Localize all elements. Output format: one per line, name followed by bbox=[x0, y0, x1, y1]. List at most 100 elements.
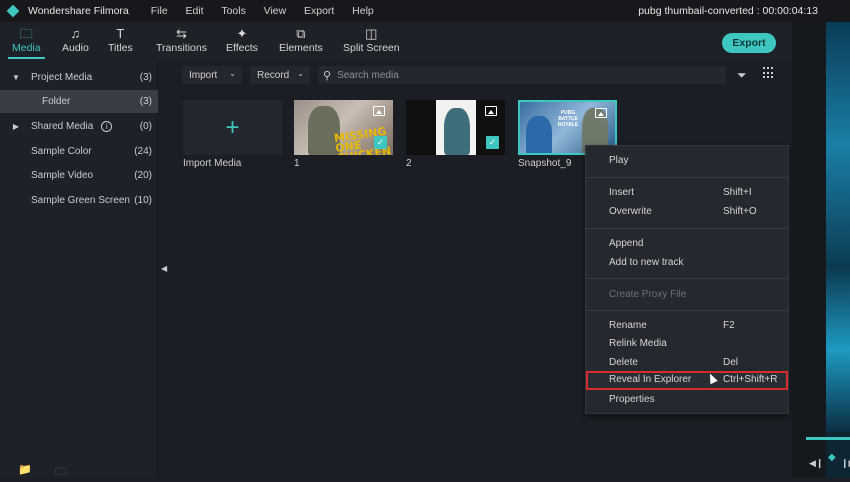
menu-export[interactable]: Export bbox=[304, 5, 334, 17]
menu-item-label: Properties bbox=[609, 394, 655, 405]
sidebar-item-label: Sample Green Screen bbox=[31, 195, 130, 206]
filter-icon[interactable]: ⏷ bbox=[737, 68, 747, 83]
media-label: Snapshot_9 bbox=[518, 158, 572, 169]
export-button[interactable]: Export bbox=[722, 33, 776, 53]
thumbnail-figure bbox=[444, 108, 470, 155]
menu-tools[interactable]: Tools bbox=[221, 5, 246, 17]
image-type-icon bbox=[595, 108, 607, 118]
sidebar-item-label: Folder bbox=[42, 96, 71, 107]
search-bar: ⚲ bbox=[318, 66, 726, 84]
context-menu: Play Insert Shift+I Overwrite Shift+O Ap… bbox=[585, 145, 789, 414]
sidebar-item-shared-media[interactable]: ▶ Shared Media i (0) bbox=[0, 115, 158, 138]
sidebar-item-count: (3) bbox=[139, 96, 152, 107]
tab-elements[interactable]: ⧉ Elements bbox=[279, 26, 323, 54]
thumbnail-text: PUBG BATTLE ROYALE bbox=[557, 110, 579, 128]
tab-effects-label: Effects bbox=[226, 42, 258, 54]
menu-item-shortcut: Shift+O bbox=[723, 206, 757, 217]
elements-icon: ⧉ bbox=[296, 26, 306, 41]
play-previous-icon[interactable]: ◀❙ bbox=[809, 458, 823, 469]
tab-titles[interactable]: T Titles bbox=[108, 26, 133, 54]
menu-item-overwrite[interactable]: Overwrite Shift+O bbox=[586, 203, 788, 221]
chevron-down-icon: ⌄ bbox=[229, 69, 236, 78]
import-dropdown-label: Import bbox=[189, 69, 218, 81]
sidebar-item-count: (3) bbox=[139, 72, 152, 83]
playhead-marker-icon[interactable]: ◆ bbox=[828, 452, 836, 463]
sidebar-item-folder[interactable]: Folder (3) bbox=[0, 90, 158, 113]
menu-item-relink-media[interactable]: Relink Media bbox=[586, 335, 788, 353]
media-thumbnail-2[interactable]: ✓ bbox=[406, 100, 505, 155]
menu-divider bbox=[586, 310, 788, 311]
menu-item-play[interactable]: Play bbox=[586, 152, 788, 170]
expand-right-icon[interactable]: ▶ bbox=[8, 122, 24, 131]
preview-image bbox=[826, 22, 850, 432]
menu-view[interactable]: View bbox=[264, 5, 287, 17]
tab-effects[interactable]: ✦ Effects bbox=[226, 26, 258, 54]
sidebar-item-project-media[interactable]: ▼ Project Media (3) bbox=[0, 66, 158, 89]
menu-bar: File Edit Tools View Export Help bbox=[151, 5, 389, 17]
menu-item-label: Append bbox=[609, 238, 644, 249]
media-thumbnail-1[interactable]: MISSING ONE CHICKEN DINNER? ✓ bbox=[294, 100, 393, 155]
menu-item-label: Rename bbox=[609, 320, 647, 331]
menu-item-reveal-in-explorer[interactable]: Reveal In Explorer Ctrl+Shift+R bbox=[586, 371, 788, 390]
tab-split-screen[interactable]: ◫ Split Screen bbox=[343, 26, 400, 54]
sidebar-item-sample-video[interactable]: Sample Video (20) bbox=[0, 164, 158, 187]
menu-item-shortcut: Shift+I bbox=[723, 187, 752, 198]
new-folder-icon[interactable]: 📁 bbox=[18, 463, 32, 476]
menu-item-insert[interactable]: Insert Shift+I bbox=[586, 184, 788, 202]
grid-view-icon[interactable] bbox=[763, 67, 775, 79]
transition-icon: ⇆ bbox=[176, 26, 187, 41]
menu-item-delete[interactable]: Delete Del bbox=[586, 354, 788, 372]
tab-media[interactable]: 🗀 Media bbox=[8, 26, 45, 59]
menu-help[interactable]: Help bbox=[352, 5, 374, 17]
tab-split-screen-label: Split Screen bbox=[343, 42, 400, 54]
play-next-icon[interactable]: ❙▶ bbox=[841, 458, 850, 469]
menu-edit[interactable]: Edit bbox=[185, 5, 203, 17]
music-note-icon: ♫ bbox=[70, 26, 81, 41]
menu-item-label: Reveal In Explorer bbox=[609, 374, 692, 385]
menu-item-rename[interactable]: Rename F2 bbox=[586, 317, 788, 335]
split-screen-icon: ◫ bbox=[365, 26, 378, 41]
menu-file[interactable]: File bbox=[151, 5, 168, 17]
record-dropdown[interactable]: Record ⌄ bbox=[250, 66, 310, 84]
menu-item-append[interactable]: Append bbox=[586, 235, 788, 253]
media-label: 1 bbox=[294, 158, 300, 169]
import-media-card[interactable]: + bbox=[183, 100, 282, 155]
title-bar: Wondershare Filmora File Edit Tools View… bbox=[0, 0, 850, 22]
playback-progress-bar[interactable] bbox=[806, 437, 850, 440]
collapse-panel-icon[interactable]: ◀ bbox=[161, 264, 167, 273]
preview-divider bbox=[792, 22, 826, 478]
menu-item-create-proxy-file: Create Proxy File bbox=[586, 286, 788, 304]
tab-titles-label: Titles bbox=[108, 42, 133, 54]
import-dropdown[interactable]: Import ⌄ bbox=[182, 66, 242, 84]
menu-item-label: Create Proxy File bbox=[609, 289, 687, 300]
app-name: Wondershare Filmora bbox=[28, 5, 129, 17]
folder-outline-icon[interactable]: 🗀 bbox=[55, 463, 66, 482]
tab-transitions[interactable]: ⇆ Transitions bbox=[156, 26, 207, 54]
menu-item-properties[interactable]: Properties bbox=[586, 391, 788, 409]
menu-item-add-to-new-track[interactable]: Add to new track bbox=[586, 254, 788, 272]
project-title: pubg thumbail-converted : 00:00:04:13 bbox=[638, 5, 818, 17]
checkmark-icon: ✓ bbox=[486, 136, 499, 149]
sidebar-item-label: Sample Color bbox=[31, 146, 92, 157]
search-icon: ⚲ bbox=[323, 69, 332, 82]
menu-item-label: Overwrite bbox=[609, 206, 652, 217]
checkmark-icon: ✓ bbox=[374, 136, 387, 149]
media-label: 2 bbox=[406, 158, 412, 169]
sidebar-item-count: (20) bbox=[134, 170, 152, 181]
info-icon[interactable]: i bbox=[101, 121, 113, 132]
media-label: Import Media bbox=[183, 158, 242, 169]
sidebar-item-sample-color[interactable]: Sample Color (24) bbox=[0, 140, 158, 163]
menu-divider bbox=[586, 177, 788, 178]
tab-elements-label: Elements bbox=[279, 42, 323, 54]
effects-icon: ✦ bbox=[236, 26, 248, 41]
sidebar-item-sample-green-screen[interactable]: Sample Green Screen (10) bbox=[0, 189, 158, 212]
record-dropdown-label: Record bbox=[257, 69, 290, 81]
tab-audio[interactable]: ♫ Audio bbox=[62, 26, 89, 54]
expand-down-icon[interactable]: ▼ bbox=[8, 73, 24, 82]
menu-item-label: Add to new track bbox=[609, 257, 684, 268]
search-input[interactable] bbox=[337, 69, 718, 81]
filmora-logo-icon bbox=[6, 4, 20, 18]
menu-item-label: Delete bbox=[609, 357, 638, 368]
chevron-down-icon: ⌄ bbox=[297, 69, 304, 78]
plus-icon: + bbox=[225, 113, 240, 141]
